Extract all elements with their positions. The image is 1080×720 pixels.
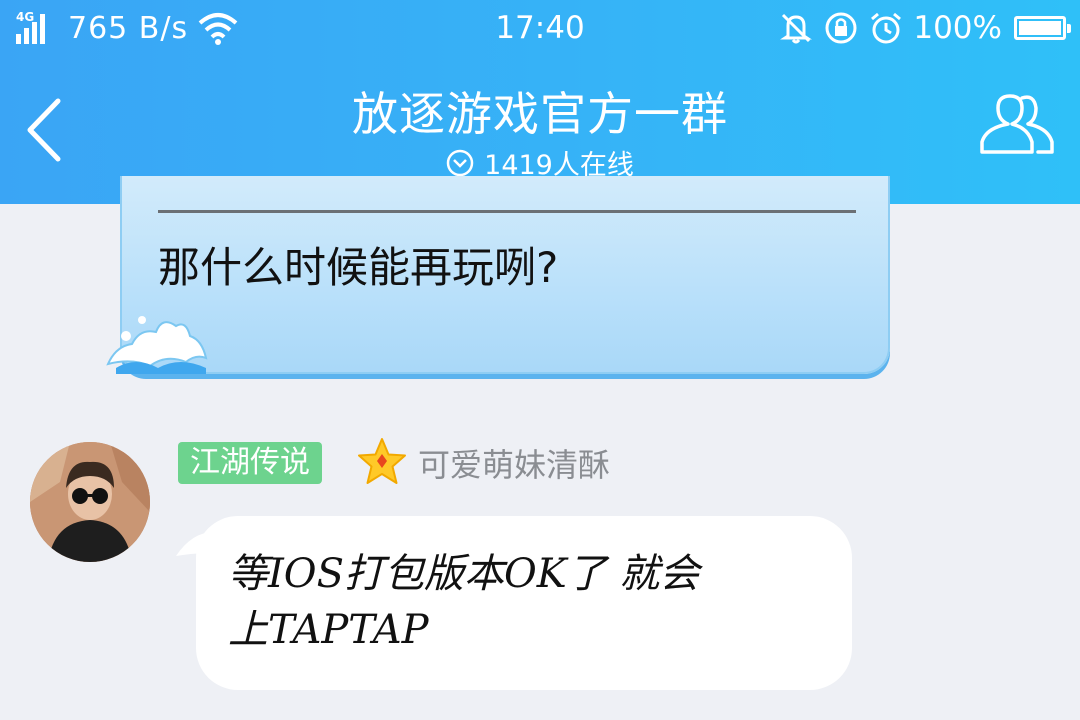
message-line-2: 上TAPTAP — [228, 607, 429, 653]
message-bubble-incoming[interactable]: 等IOS打包版本OK了 就会 上TAPTAP — [196, 516, 852, 690]
rotation-lock-icon — [825, 12, 857, 44]
sender-name[interactable]: 可爱萌妹清酥 — [418, 440, 610, 486]
group-members-icon — [980, 94, 1054, 154]
mute-icon — [780, 13, 813, 44]
quote-divider — [158, 210, 856, 213]
message-text: 等IOS打包版本OK了 就会 上TAPTAP — [228, 546, 828, 658]
star-level-icon — [358, 438, 406, 484]
battery-percent: 100% — [913, 10, 1002, 46]
message-bubble-outgoing[interactable]: 那什么时候能再玩咧? — [120, 176, 890, 374]
member-title-badge: 江湖传说 — [178, 442, 322, 484]
message-line-1: 等IOS打包版本OK了 就会 — [228, 551, 700, 597]
alarm-icon — [871, 12, 902, 44]
wave-bubble-decoration-icon — [106, 316, 208, 374]
status-bar: 4G 765 B/s 17:40 100% — [0, 0, 1080, 56]
status-right: 100% — [779, 8, 1071, 48]
chat-header: 4G 765 B/s 17:40 100% 放逐游戏官方一群 1419人在线 — [0, 0, 1080, 204]
message-text: 那什么时候能再玩咧? — [158, 243, 559, 292]
avatar-portrait-icon — [30, 442, 150, 562]
sender-avatar[interactable] — [30, 442, 150, 562]
group-members-button[interactable] — [978, 90, 1058, 166]
chevron-down-circle-icon — [446, 149, 474, 176]
group-title: 放逐游戏官方一群 — [352, 87, 728, 141]
battery-icon — [1014, 16, 1071, 40]
